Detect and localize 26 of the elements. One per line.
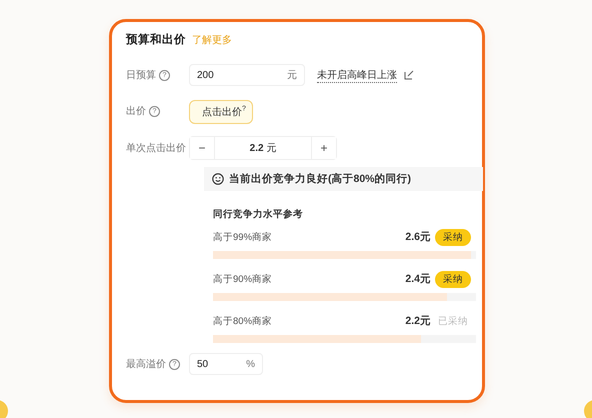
unit-label: % (246, 358, 255, 370)
tier-label: 高于99%商家 (213, 230, 274, 244)
edit-icon[interactable] (404, 70, 414, 80)
price-text: 2.2元 (405, 314, 431, 328)
field-label: 日预算 (126, 69, 156, 82)
field-value: 200 (197, 70, 214, 80)
budget-field[interactable]: 200 元 (189, 64, 305, 86)
tier-label: 高于90%商家 (213, 272, 274, 286)
tier-label: 高于80%商家 (213, 314, 274, 328)
smiley-icon (212, 173, 224, 185)
field-value: 50 (197, 358, 208, 370)
peak-link[interactable]: 未开启高峰日上涨 (317, 68, 397, 82)
adopt-button[interactable]: 采纳 (435, 270, 471, 288)
price-text: 2.6元 (405, 230, 431, 244)
unit-label: 元 (287, 69, 297, 82)
field-label: 出价 (126, 104, 146, 118)
reference-title: 同行竞争力水平参考 (213, 208, 304, 221)
status-text: 当前出价竞争力良好(高于80%的同行) (229, 172, 412, 186)
bid-button[interactable]: 点击出价$^{?}$ (189, 100, 253, 124)
field-label: 最高溢价 (126, 358, 166, 371)
field-label: 单次点击出价 (126, 142, 186, 155)
adopted-label: 已采纳 (437, 314, 469, 328)
section-title: 预算和出价 (126, 32, 186, 47)
price-text: 2.4元 (405, 272, 431, 286)
premium-field[interactable]: 50 % (189, 353, 263, 375)
adopt-button[interactable]: 采纳 (435, 228, 471, 246)
